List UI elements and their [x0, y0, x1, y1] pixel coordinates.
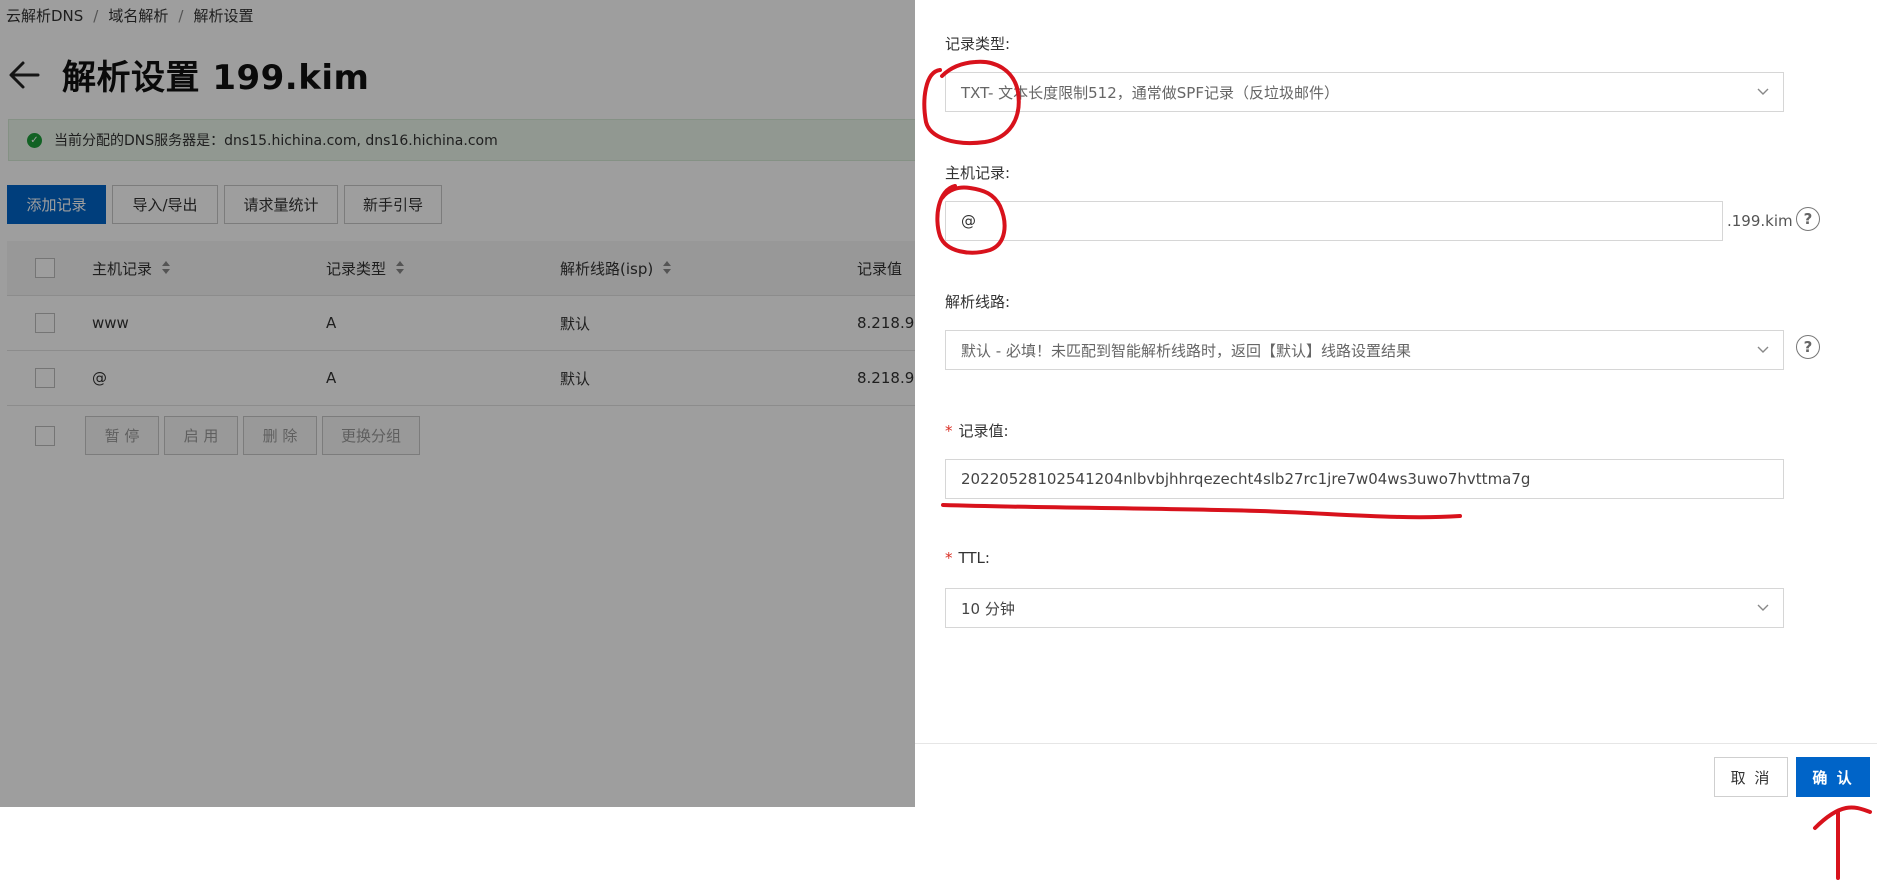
- cancel-button[interactable]: 取 消: [1714, 757, 1788, 797]
- ttl-label: * TTL:: [945, 549, 990, 567]
- host-record-label: 主机记录:: [945, 164, 1011, 182]
- record-type-label: 记录类型:: [945, 35, 1011, 53]
- ttl-value: 10 分钟: [961, 599, 1015, 618]
- record-value-label: * 记录值:: [945, 422, 1009, 440]
- annotation-arrow-confirm: [1813, 805, 1872, 880]
- record-type-select[interactable]: TXT- 文本长度限制512，通常做SPF记录（反垃圾邮件）: [945, 72, 1784, 112]
- drawer-footer-divider: [915, 743, 1877, 744]
- host-record-input[interactable]: @: [945, 201, 1723, 241]
- record-value-input[interactable]: 20220528102541204nlbvbjhhrqezecht4slb27r…: [945, 459, 1784, 499]
- resolve-line-select[interactable]: 默认 - 必填！未匹配到智能解析线路时，返回【默认】线路设置结果: [945, 330, 1784, 370]
- record-value-text: 20220528102541204nlbvbjhhrqezecht4slb27r…: [961, 470, 1531, 488]
- resolve-line-value: 默认 - 必填！未匹配到智能解析线路时，返回【默认】线路设置结果: [961, 341, 1411, 360]
- dns-settings-page: 云解析DNS / 域名解析 / 解析设置 解析设置 199.kim ✓ 当前分配…: [0, 0, 915, 807]
- ttl-select[interactable]: 10 分钟: [945, 588, 1784, 628]
- chevron-down-icon: [1757, 88, 1769, 95]
- required-mark: *: [945, 422, 953, 440]
- chevron-down-icon: [1757, 346, 1769, 353]
- host-record-help-icon[interactable]: ?: [1796, 207, 1820, 231]
- required-mark: *: [945, 549, 953, 567]
- add-record-drawer: 记录类型: TXT- 文本长度限制512，通常做SPF记录（反垃圾邮件） 主机记…: [915, 0, 1877, 807]
- host-record-value: @: [961, 212, 976, 230]
- record-type-value: TXT- 文本长度限制512，通常做SPF记录（反垃圾邮件）: [961, 83, 1339, 102]
- confirm-button[interactable]: 确 认: [1796, 757, 1870, 797]
- chevron-down-icon: [1757, 604, 1769, 611]
- resolve-line-label: 解析线路:: [945, 293, 1011, 311]
- domain-suffix: .199.kim: [1727, 212, 1793, 230]
- modal-overlay[interactable]: [0, 0, 915, 807]
- resolve-line-help-icon[interactable]: ?: [1796, 335, 1820, 359]
